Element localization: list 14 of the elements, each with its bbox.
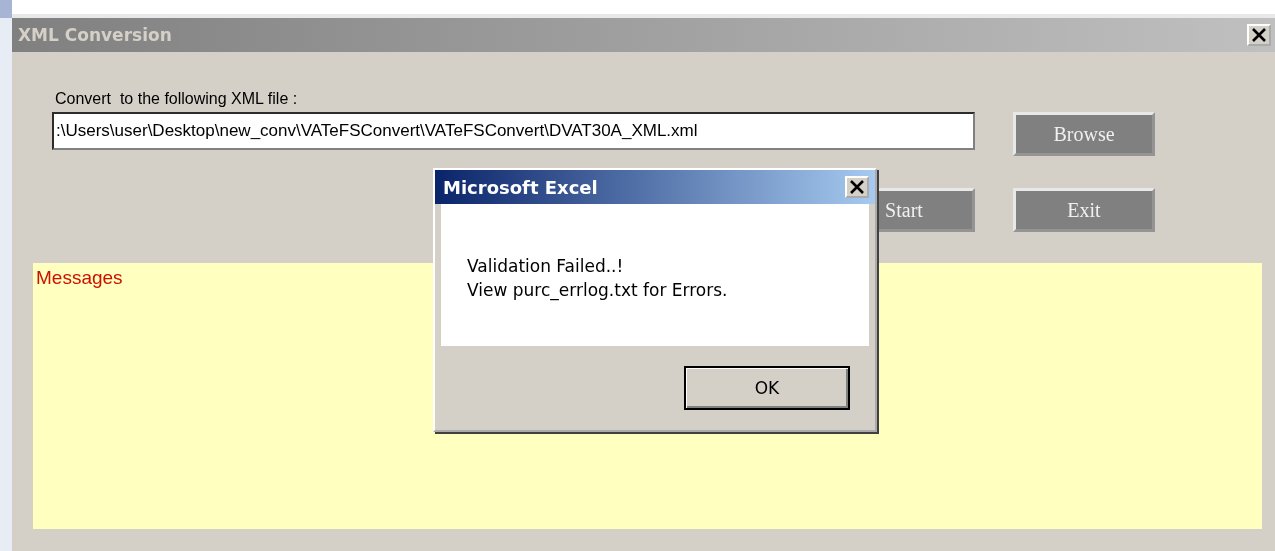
path-field[interactable]: :\Users\user\Desktop\new_conv\VATeFSConvert\VATeFSConvert\DVAT30A_XML.xml xyxy=(52,112,975,150)
browse-button[interactable]: Browse xyxy=(1013,112,1155,156)
window-title: XML Conversion xyxy=(18,25,172,45)
messages-title: Messages xyxy=(36,267,123,288)
field-label: Convert to the following XML file : xyxy=(55,90,299,108)
dialog-message: Validation Failed..! xyxy=(467,255,625,278)
ok-button[interactable]: OK xyxy=(684,366,850,410)
close-icon xyxy=(849,180,865,194)
close-button[interactable] xyxy=(845,176,869,198)
close-button[interactable] xyxy=(1247,24,1271,46)
close-icon xyxy=(1251,28,1267,42)
dialog-message: View purc_errlog.txt for Errors. xyxy=(467,279,729,302)
action-button[interactable]: Exit xyxy=(1013,188,1155,232)
dialog-title: Microsoft Excel xyxy=(443,176,598,198)
